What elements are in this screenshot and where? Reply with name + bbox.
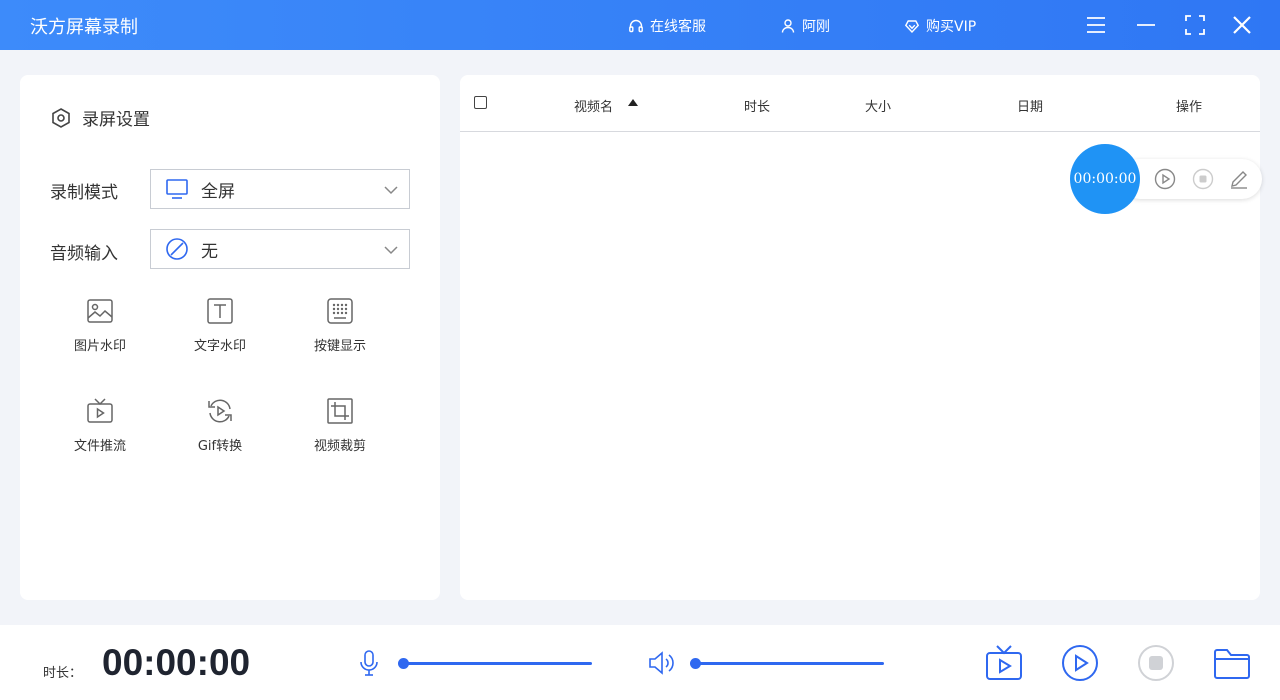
floating-record-controls xyxy=(1120,159,1262,199)
sort-asc-icon[interactable] xyxy=(628,99,638,106)
record-mode-select[interactable]: 全屏 xyxy=(150,169,410,209)
column-video-name[interactable]: 视频名 xyxy=(574,96,613,115)
minimize-button[interactable] xyxy=(1134,13,1158,37)
duration-value: 00:00:00 xyxy=(102,642,251,683)
tv-play-icon xyxy=(87,398,113,423)
app-title: 沃方屏幕录制 xyxy=(30,17,138,38)
close-button[interactable] xyxy=(1230,13,1254,37)
tool-label: Gif转换 xyxy=(197,439,243,454)
settings-hexagon-icon xyxy=(52,107,70,128)
speaker-volume-slider[interactable] xyxy=(690,658,884,669)
audio-input-select[interactable]: 无 xyxy=(150,229,410,269)
tool-gif-convert[interactable]: Gif转换 xyxy=(170,397,270,467)
microphone-icon[interactable] xyxy=(357,649,381,677)
tool-video-crop[interactable]: 视频裁剪 xyxy=(290,397,390,467)
bottom-control-bar: 时长： 00:00:00 xyxy=(0,625,1280,700)
online-service-link[interactable]: 在线客服 xyxy=(628,16,706,36)
column-date: 日期 xyxy=(1017,100,1044,115)
floating-timer[interactable]: 00:00:00 xyxy=(1070,144,1140,214)
duration-label: 时长： xyxy=(43,666,83,681)
text-icon xyxy=(207,298,233,324)
stop-circle-icon[interactable] xyxy=(1192,168,1214,190)
audio-input-label: 音频输入 xyxy=(50,244,118,264)
select-all-checkbox[interactable] xyxy=(474,96,487,109)
table-header: 视频名 时长 大小 日期 操作 xyxy=(460,75,1260,132)
monitor-icon xyxy=(166,179,188,199)
column-size: 大小 xyxy=(865,100,892,115)
mic-volume-slider[interactable] xyxy=(398,658,592,669)
none-circle-icon xyxy=(166,238,188,260)
crop-icon xyxy=(327,398,353,424)
diamond-heart-icon xyxy=(904,20,920,34)
online-service-label: 在线客服 xyxy=(650,19,706,35)
tool-image-watermark[interactable]: 图片水印 xyxy=(50,297,150,367)
refresh-play-icon xyxy=(208,399,232,423)
menu-icon xyxy=(1087,17,1105,33)
image-icon xyxy=(87,299,113,323)
play-circle-icon[interactable] xyxy=(1061,644,1099,682)
video-list-panel: 视频名 时长 大小 日期 操作 00:00:00 xyxy=(460,75,1262,600)
play-circle-icon[interactable] xyxy=(1154,168,1176,190)
mic-volume-thumb[interactable] xyxy=(398,658,409,669)
stop-circle-icon[interactable] xyxy=(1137,644,1175,682)
tool-label: 视频裁剪 xyxy=(313,439,366,454)
minimize-icon xyxy=(1137,24,1155,26)
column-actions: 操作 xyxy=(1176,100,1203,115)
fullscreen-icon xyxy=(1185,15,1205,35)
tool-label: 图片水印 xyxy=(73,339,126,354)
buy-vip-link[interactable]: 购买VIP xyxy=(904,16,976,36)
edit-pencil-icon[interactable] xyxy=(1228,168,1250,190)
speaker-icon[interactable] xyxy=(647,649,675,677)
speaker-volume-thumb[interactable] xyxy=(690,658,701,669)
fullscreen-button[interactable] xyxy=(1183,13,1207,37)
tv-play-icon[interactable] xyxy=(985,644,1023,682)
close-icon xyxy=(1233,16,1251,34)
headset-icon xyxy=(629,19,643,33)
settings-title: 录屏设置 xyxy=(82,110,150,130)
column-duration: 时长 xyxy=(744,100,771,115)
chevron-down-icon xyxy=(384,246,398,255)
buy-vip-label: 购买VIP xyxy=(926,19,977,35)
tool-label: 按键显示 xyxy=(313,339,366,354)
record-mode-label: 录制模式 xyxy=(50,183,118,203)
audio-input-value: 无 xyxy=(201,241,218,262)
chevron-down-icon xyxy=(384,186,398,195)
record-mode-value: 全屏 xyxy=(201,181,235,202)
tool-key-display[interactable]: 按键显示 xyxy=(290,297,390,367)
user-icon xyxy=(781,19,795,33)
folder-icon[interactable] xyxy=(1213,644,1251,682)
tool-text-watermark[interactable]: 文字水印 xyxy=(170,297,270,367)
keyboard-icon xyxy=(327,298,353,324)
user-name-label: 阿刚 xyxy=(802,19,830,35)
settings-panel: 录屏设置 录制模式 全屏 音频输入 无 图片水印 文字水印 按键显示 文件推流 … xyxy=(20,75,440,600)
tool-file-stream[interactable]: 文件推流 xyxy=(50,397,150,467)
user-account-link[interactable]: 阿刚 xyxy=(780,16,830,36)
menu-button[interactable] xyxy=(1084,13,1108,37)
tool-label: 文字水印 xyxy=(193,339,246,354)
tool-label: 文件推流 xyxy=(73,439,126,454)
settings-header: 录屏设置 xyxy=(50,105,150,130)
title-bar: 沃方屏幕录制 在线客服 阿刚 购买VIP xyxy=(0,0,1280,50)
